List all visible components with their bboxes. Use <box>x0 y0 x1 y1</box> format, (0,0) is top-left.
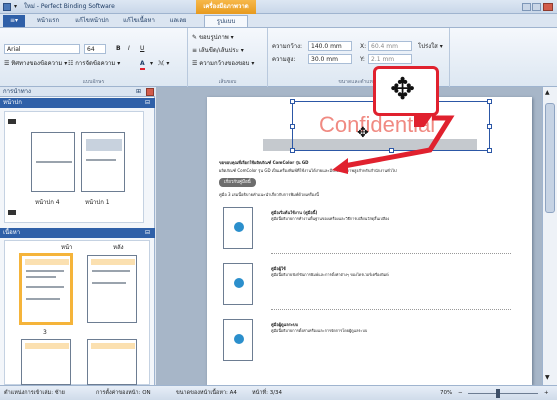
pen-icon: ✎ <box>192 34 199 41</box>
outline-button[interactable]: ✎ ขอบรูปภาพ ▾ <box>192 33 234 42</box>
font-size-select[interactable]: 64 <box>84 44 106 54</box>
resize-handle[interactable] <box>290 148 295 153</box>
tab-layout[interactable]: แลเลย <box>164 15 192 27</box>
manual-title: คู่มือผู้ใช้ <box>271 266 286 271</box>
manual-cover-image <box>223 263 253 305</box>
intro-line-1: ขอขอบคุณที่เลือกใช้ผลิตภัณฑ์ ComColor รุ… <box>219 160 309 165</box>
page-index-status: หน้าที่: 3/34 <box>252 390 283 396</box>
callout-box: ✥ <box>373 66 439 116</box>
tab-format[interactable]: รูปแบบ <box>204 15 248 27</box>
line-style-button[interactable]: ≡ เส้นขีด/เส้นประ ▾ <box>192 46 244 55</box>
underline-button[interactable]: U <box>140 44 144 53</box>
font-color-button[interactable]: A <box>140 59 145 70</box>
resize-handle[interactable] <box>290 99 295 104</box>
tab-edit-cover[interactable]: แก้ไขหน้าปก <box>70 15 114 27</box>
page-number-label: 3 <box>43 329 47 336</box>
context-tab-drawing-tools: เครื่องมือภาพวาด <box>196 0 256 14</box>
x-field[interactable]: 60.4 mm <box>368 41 412 51</box>
cover-thumb-4[interactable] <box>31 132 75 192</box>
width-field[interactable]: 140.0 mm <box>308 41 352 51</box>
window-title: ใหม่ - Perfect Binding Software <box>24 3 115 10</box>
zoom-in-button[interactable]: + <box>544 386 549 400</box>
font-name-select[interactable]: Arial <box>4 44 80 54</box>
pin-icon[interactable]: ⊞ <box>136 87 141 97</box>
line-style-icon: ≡ <box>192 47 199 54</box>
callout-pointer <box>414 113 434 127</box>
resize-handle[interactable] <box>290 124 295 129</box>
minimize-icon[interactable] <box>522 3 531 11</box>
cover-thumbnails: หน้าปก 4 หน้าปก 1 <box>4 111 144 223</box>
collapse-icon[interactable]: ⊟ <box>145 228 150 238</box>
page-setting-status: การตั้งค่าของหน้า: ON <box>96 390 151 396</box>
vertical-scrollbar[interactable]: ▲ ▼ <box>542 87 557 385</box>
move-arrows-icon: ✥ <box>390 72 416 107</box>
resize-handle[interactable] <box>487 124 492 129</box>
highlight-button[interactable]: ℳ ▾ <box>158 59 169 68</box>
scroll-up-icon[interactable]: ▲ <box>545 89 550 96</box>
zoom-slider-thumb[interactable] <box>496 389 500 398</box>
maximize-icon[interactable] <box>532 3 541 11</box>
cover-thumb-1[interactable] <box>81 132 125 192</box>
content-section-header[interactable]: เนื้อหา ⊟ <box>0 228 155 238</box>
pane-close-icon[interactable] <box>146 88 154 96</box>
resize-handle[interactable] <box>487 99 492 104</box>
resize-handle[interactable] <box>487 148 492 153</box>
content-thumbnails: หน้า หลัง 3 <box>4 240 150 385</box>
scroll-thumb[interactable] <box>545 103 555 213</box>
status-bar: ตำแหน่งการเข้าเล่ม: ซ้าย การตั้งค่าของหน… <box>0 385 557 400</box>
line-width-button[interactable]: ☰ ความกว้างของขอบ ▾ <box>192 59 254 68</box>
cover-label-4: หน้าปก 4 <box>35 199 60 206</box>
app-menu-icon[interactable] <box>3 3 11 11</box>
zoom-out-button[interactable]: − <box>458 386 463 400</box>
align-text-button[interactable]: ☰ ทิศทางของข้อความ ▾ <box>4 59 67 68</box>
tab-home[interactable]: หน้าแรก <box>28 15 68 27</box>
section-title: เกี่ยวกับคู่มือนี้ <box>219 178 256 187</box>
cover-section-header[interactable]: หน้าปก ⊟ <box>0 98 155 108</box>
content-thumb-4[interactable] <box>87 255 137 323</box>
font-group-label: แบบอักษร <box>82 79 105 85</box>
file-menu-button[interactable]: ≡▾ <box>3 15 25 27</box>
content-thumb-3[interactable] <box>19 253 73 325</box>
quick-access-arrow-icon[interactable]: ▾ <box>14 1 17 13</box>
opacity-button[interactable]: โปร่งใส ▾ <box>418 42 443 51</box>
font-color-dropdown-icon[interactable]: ▾ <box>150 59 153 68</box>
zoom-slider[interactable] <box>468 389 538 398</box>
title-bar: ▾ ใหม่ - Perfect Binding Software เครื่อ… <box>0 0 557 14</box>
zoom-level: 70% <box>440 390 453 396</box>
italic-button[interactable]: I <box>128 44 130 53</box>
font-group: Arial 64 B I U ☰ ทิศทางของข้อความ ▾ ☷ กา… <box>0 28 188 87</box>
content-thumb-6[interactable] <box>87 339 137 385</box>
cover-label-1: หน้าปก 1 <box>85 199 110 206</box>
collapse-icon[interactable]: ⊟ <box>145 98 150 108</box>
scroll-down-icon[interactable]: ▼ <box>545 374 550 381</box>
height-label: ความสูง: <box>272 56 296 63</box>
cover-icon-2 <box>8 210 16 215</box>
x-label: X: <box>360 43 367 50</box>
manual-cover-image <box>223 319 253 361</box>
manual-item: คู่มือผู้ใช้ คู่มือนี้อธิบายฟังก์ชันการพ… <box>217 259 527 311</box>
ribbon-tabs: ≡▾ หน้าแรก แก้ไขหน้าปก แก้ไขเนื้อหา แลเล… <box>0 14 557 27</box>
tab-edit-content[interactable]: แก้ไขเนื้อหา <box>116 15 162 27</box>
manual-text: คู่มือนี้อธิบายฟังก์ชันการพิมพ์และการตั้… <box>271 272 389 277</box>
bold-button[interactable]: B <box>116 44 121 53</box>
manual-text: คู่มือนี้อธิบายการตั้งค่าเครื่องและการจั… <box>271 328 368 333</box>
outline-group-label: เส้นขอบ <box>218 79 237 85</box>
nav-pane-header: การนำทาง ⊞ <box>0 87 155 97</box>
manual-item: คู่มือผู้ดูแลระบบ คู่มือนี้อธิบายการตั้ง… <box>217 315 527 367</box>
col-page-label: หน้า <box>61 244 73 251</box>
navigation-pane: การนำทาง ⊞ หน้าปก ⊟ หน้าปก 4 หน้าปก 1 เน… <box>0 87 155 385</box>
col-back-label: หลัง <box>113 244 124 251</box>
manual-title: คู่มือผู้ดูแลระบบ <box>271 322 299 327</box>
outline-group: ✎ ขอบรูปภาพ ▾ ≡ เส้นขีด/เส้นประ ▾ ☰ ความ… <box>188 28 268 87</box>
binding-status: ตำแหน่งการเข้าเล่ม: ซ้าย <box>4 390 65 396</box>
close-icon[interactable] <box>543 3 553 11</box>
content-thumb-5[interactable] <box>21 339 71 385</box>
width-label: ความกว้าง: <box>272 43 303 50</box>
page-size-status: ขนาดของหน้าเนื้อหา: A4 <box>176 390 237 396</box>
cover-icon <box>8 119 16 124</box>
text-spacing-button[interactable]: ☷ การจัดข้อความ ▾ <box>68 59 120 68</box>
manual-cover-image <box>223 207 253 249</box>
